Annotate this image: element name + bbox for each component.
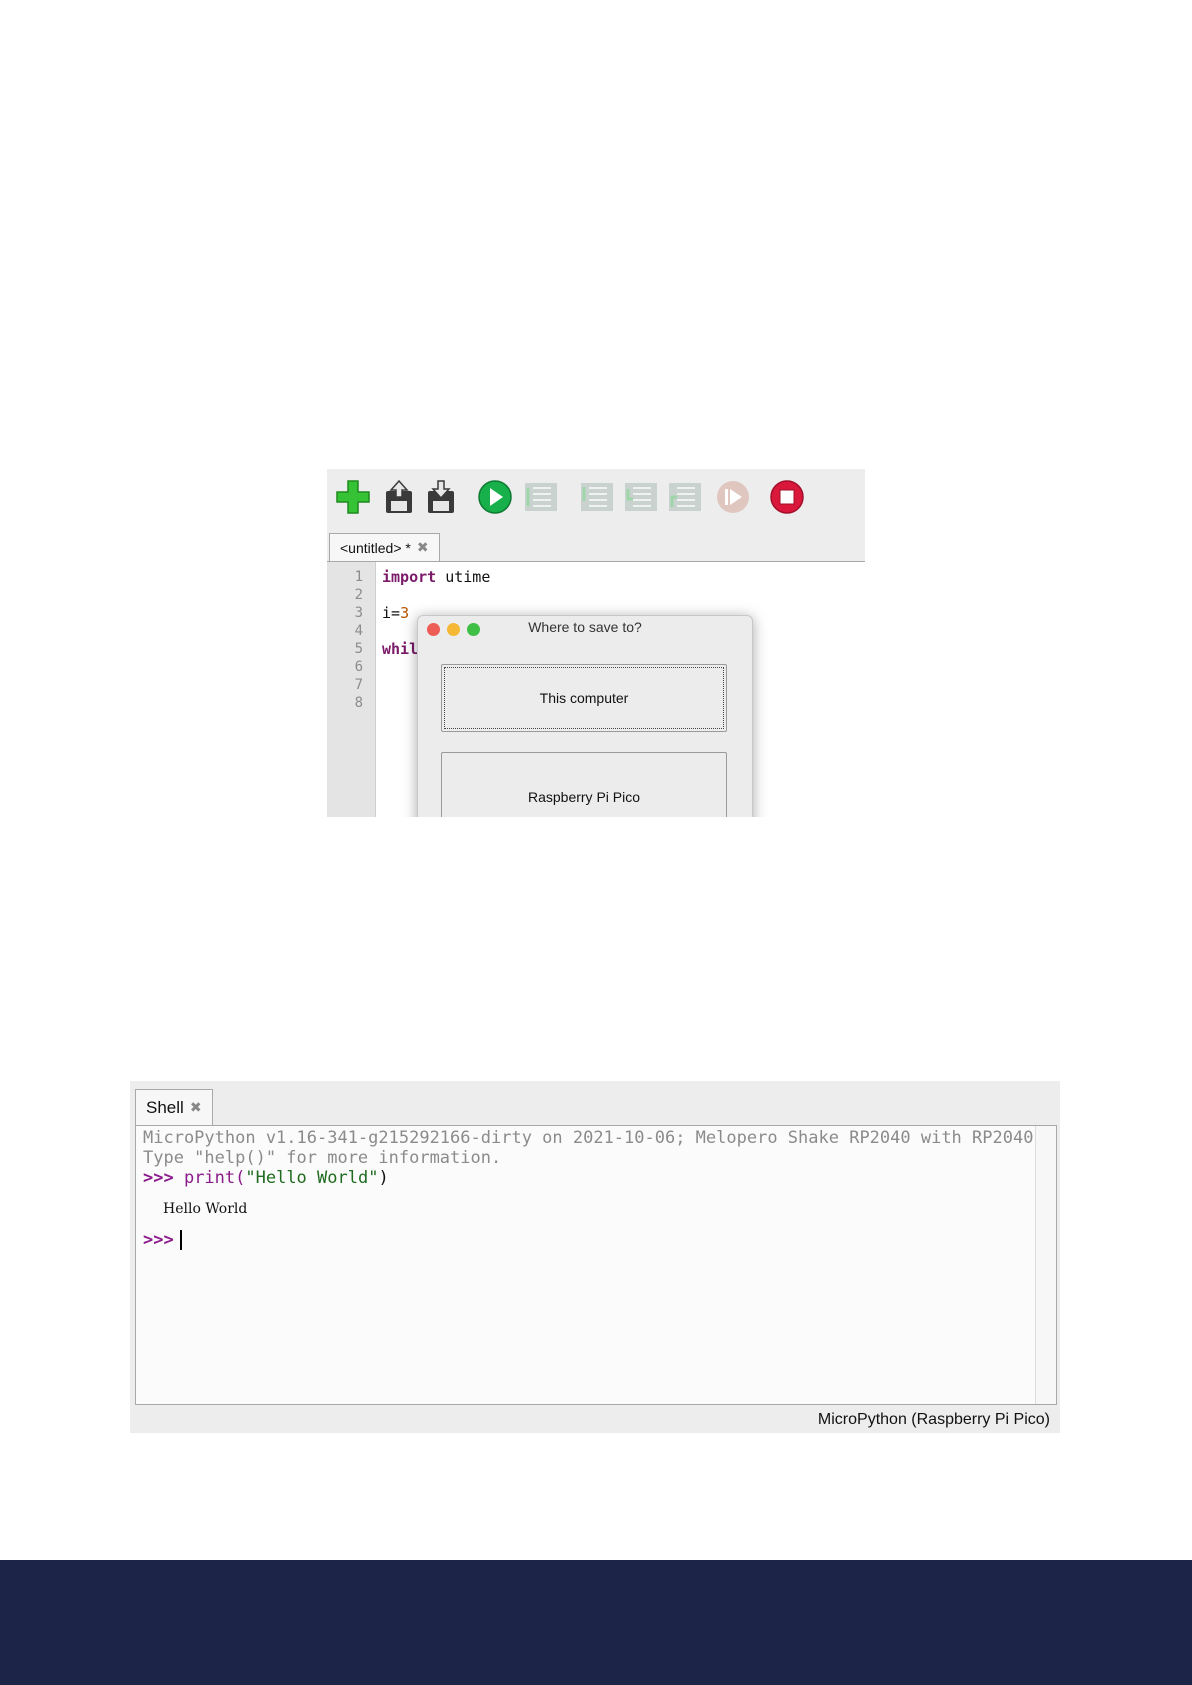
line-number: 8 [354,695,363,711]
scrollbar[interactable] [1035,1126,1056,1404]
thonny-editor-screenshot: <untitled> * ✖ 1 2 3 4 5 6 7 8 import ut… [327,469,865,817]
new-file-icon[interactable] [335,479,371,515]
number-literal: 3 [400,604,410,622]
banner-help-line: Type "help()" for more information. [143,1148,502,1168]
stop-icon[interactable] [769,479,805,515]
code-line-5: whil [382,640,418,658]
thonny-shell-screenshot: Shell ✖ MicroPython v1.16-341-g215292166… [130,1081,1060,1433]
program-output: Hello World [163,1201,248,1217]
line-number: 7 [354,677,363,693]
raspberry-pi-pico-button[interactable]: Raspberry Pi Pico [441,752,727,817]
footer-band [0,1560,1192,1685]
line-number: 5 [354,641,363,657]
code-line-3: i=3 [382,604,409,622]
code-text: utime [436,568,491,586]
command-line: >>> print("Hello World") [143,1168,389,1188]
line-number-gutter: 1 2 3 4 5 6 7 8 [327,562,376,817]
line-number: 2 [354,587,363,603]
tab-untitled[interactable]: <untitled> * ✖ [329,533,440,561]
code-line-1: import utime [382,568,490,586]
text-cursor [179,1230,182,1250]
step-out-icon[interactable] [667,479,703,515]
save-file-icon[interactable] [423,479,459,515]
tab-shell[interactable]: Shell ✖ [135,1089,213,1125]
keyword: whil [382,640,419,658]
tab-label: Shell [146,1097,184,1117]
string-literal: "Hello World" [245,1168,379,1188]
step-into-icon[interactable] [623,479,659,515]
save-location-dialog: Where to save to? This computer Raspberr… [417,615,753,817]
step-over-icon[interactable] [579,479,615,515]
tab-label: <untitled> * [340,539,411,556]
close-icon[interactable]: ✖ [190,1099,202,1116]
dialog-title: Where to save to? [528,619,642,635]
interpreter-status[interactable]: MicroPython (Raspberry Pi Pico) [818,1411,1050,1429]
run-icon[interactable] [477,479,513,515]
input-prompt-line: >>> [143,1230,182,1250]
editor-tab-strip: <untitled> * ✖ [327,531,865,562]
prompt: >>> [143,1168,174,1188]
line-number: 1 [354,569,363,585]
keyword: import [382,568,437,586]
banner-line: MicroPython v1.16-341-g215292166-dirty o… [143,1128,1034,1148]
function-name: print( [173,1168,246,1188]
close-icon[interactable]: ✖ [417,539,429,556]
line-number: 4 [354,623,363,639]
line-number: 3 [354,605,363,621]
debug-icon[interactable] [523,479,559,515]
this-computer-button[interactable]: This computer [441,664,727,732]
code-text: i= [382,604,401,622]
prompt: >>> [143,1230,174,1250]
resume-icon[interactable] [715,479,751,515]
open-file-icon[interactable] [381,479,417,515]
toolbar [327,469,865,531]
line-number: 6 [354,659,363,675]
shell-console[interactable]: MicroPython v1.16-341-g215292166-dirty o… [135,1125,1057,1405]
paren: ) [378,1168,389,1188]
